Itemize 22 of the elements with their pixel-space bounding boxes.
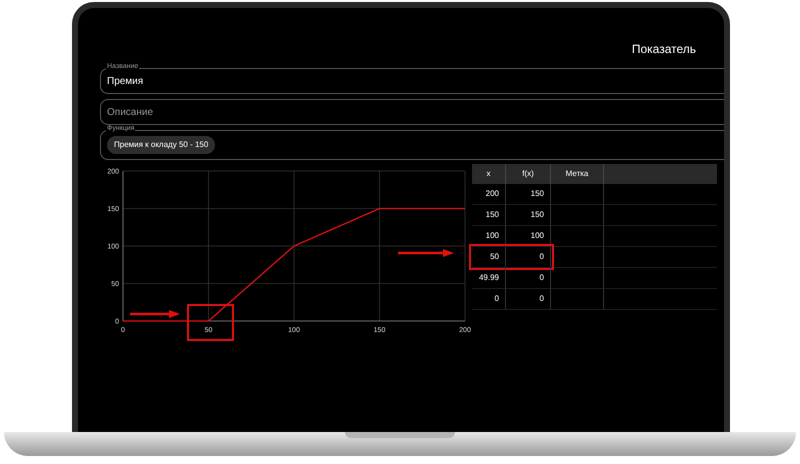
annotation-arrow — [130, 309, 180, 319]
column-header[interactable]: x — [472, 164, 506, 184]
table-cell: 150 — [472, 205, 506, 225]
function-field[interactable]: Премия к окладу 50 - 150 — [100, 130, 724, 160]
annotation-arrow — [398, 248, 454, 258]
table-cell: 150 — [506, 184, 551, 204]
table-cell: 0 — [506, 268, 551, 288]
column-header[interactable]: f(x) — [506, 164, 551, 184]
table-cell: 150 — [506, 205, 551, 225]
table-cell: 0 — [506, 289, 551, 309]
table-cell: 0 — [472, 289, 506, 309]
table-cell: 0 — [506, 247, 551, 267]
text-field[interactable]: Премия — [100, 68, 724, 94]
function-chip[interactable]: Премия к окладу 50 - 150 — [107, 136, 216, 154]
table-cell: 49.99 — [472, 268, 506, 288]
table-cell: 50 — [472, 247, 506, 267]
table-cell: 100 — [472, 226, 506, 246]
page-title: Показатель — [632, 41, 696, 58]
table-cell: 200 — [472, 184, 506, 204]
text-field[interactable]: Описание — [100, 99, 724, 125]
table-cell: 100 — [506, 226, 551, 246]
column-header[interactable]: Метка — [551, 164, 604, 184]
